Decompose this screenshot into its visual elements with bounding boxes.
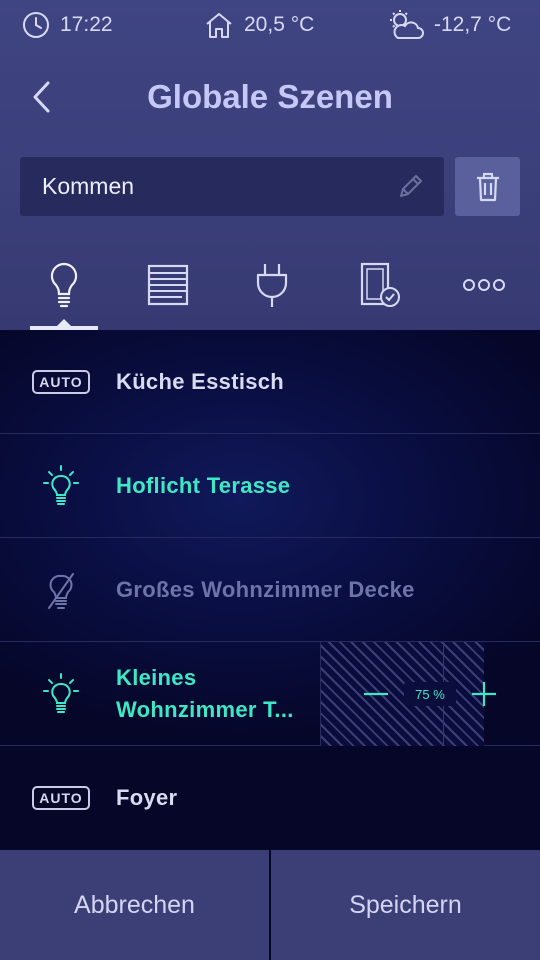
pencil-icon[interactable]: [396, 171, 426, 201]
list-item[interactable]: AUTO Küche Esstisch: [0, 330, 540, 434]
status-indoor-temp: 20,5 °C: [204, 8, 314, 42]
status-bar: 17:22 20,5 °C -12,7 °C: [0, 8, 540, 42]
list-item[interactable]: Hoflicht Terasse: [0, 434, 540, 538]
tab-light[interactable]: [30, 252, 98, 318]
light-bulb-icon: [50, 262, 78, 308]
list-item[interactable]: Großes Wohnzimmer Decke: [0, 538, 540, 642]
list-item[interactable]: AUTO Foyer: [0, 746, 540, 850]
footer: Abbrechen Speichern: [0, 850, 540, 960]
scene-name-field[interactable]: [20, 157, 444, 216]
more-icon: [463, 279, 505, 291]
delete-scene-button[interactable]: [455, 157, 520, 216]
device-label-line2: Wohnzimmer T...: [116, 697, 294, 722]
tab-doors[interactable]: [346, 252, 414, 318]
home-icon: [204, 11, 234, 39]
save-button[interactable]: Speichern: [271, 850, 540, 960]
auto-badge: AUTO: [30, 330, 92, 434]
trash-icon: [476, 172, 499, 201]
dimmer-slider[interactable]: [320, 642, 484, 746]
clock-icon: [22, 11, 50, 39]
dimmer-value: 75 %: [404, 682, 456, 706]
light-on-icon: [30, 642, 92, 746]
tab-more[interactable]: [450, 252, 518, 318]
partly-cloudy-icon: [386, 9, 424, 41]
tab-blinds[interactable]: [134, 252, 202, 318]
indoor-temp-text: 20,5 °C: [244, 13, 315, 36]
device-label: Hoflicht Terasse: [116, 473, 291, 498]
outdoor-temp-text: -12,7 °C: [434, 13, 512, 36]
auto-badge: AUTO: [30, 746, 92, 850]
device-label-line1: Kleines: [116, 665, 197, 690]
device-list: AUTO Küche Esstisch Hoflicht Terasse Gro…: [0, 330, 540, 850]
header-area: 17:22 20,5 °C -12,7 °C Globale Szenen: [0, 0, 540, 330]
auto-badge-text: AUTO: [32, 786, 90, 810]
scene-name-input[interactable]: [20, 157, 390, 216]
device-label: Großes Wohnzimmer Decke: [116, 577, 415, 602]
blinds-icon: [147, 264, 189, 306]
device-label: Küche Esstisch: [116, 369, 285, 394]
minus-icon[interactable]: [362, 680, 390, 708]
cancel-button[interactable]: Abbrechen: [0, 850, 269, 960]
device-label: Kleines Wohnzimmer T...: [116, 642, 306, 726]
page-title: Globale Szenen: [147, 78, 393, 115]
plug-icon: [256, 264, 288, 307]
light-on-icon: [30, 434, 92, 538]
active-tab-caret: [57, 319, 71, 326]
time-text: 17:22: [60, 13, 113, 36]
list-item[interactable]: Kleines Wohnzimmer T... 75 %: [0, 642, 540, 746]
status-time: 17:22: [22, 8, 113, 42]
plus-icon[interactable]: [470, 680, 498, 708]
device-label: Foyer: [116, 785, 178, 810]
door-check-icon: [360, 262, 400, 307]
auto-badge-text: AUTO: [32, 370, 90, 394]
status-outdoor-temp: -12,7 °C: [386, 8, 511, 42]
light-off-icon: [30, 538, 92, 642]
tab-sockets[interactable]: [238, 252, 306, 318]
